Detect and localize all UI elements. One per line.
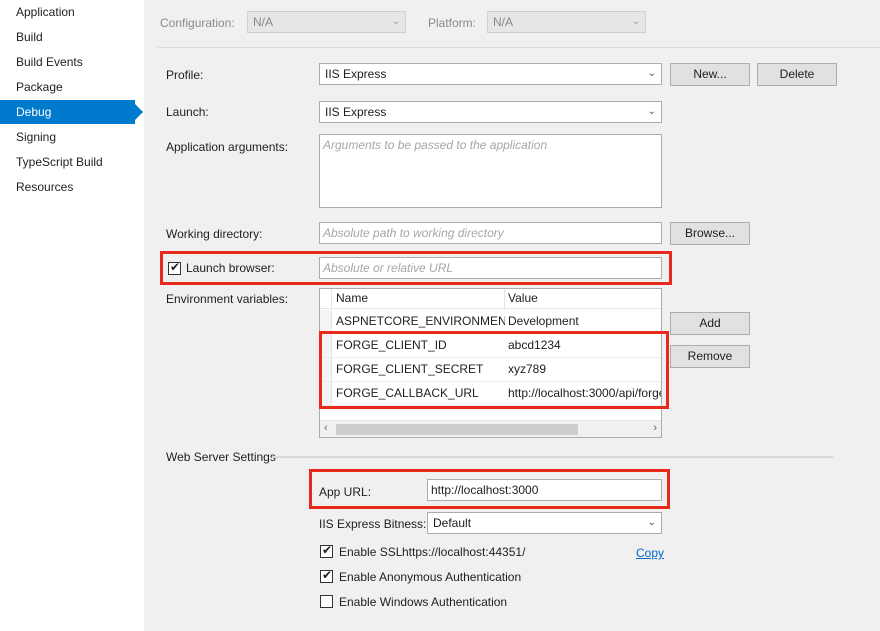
top-divider	[158, 47, 880, 48]
copy-ssl-url-link[interactable]: Copy	[636, 546, 664, 560]
table-row[interactable]: FORGE_CALLBACK_URL http://localhost:3000…	[320, 382, 661, 406]
working-dir-input[interactable]: Absolute path to working directory	[319, 222, 662, 244]
platform-select[interactable]: N/A ⌄	[487, 11, 646, 33]
env-name-cell[interactable]: FORGE_CLIENT_ID	[333, 334, 505, 357]
sidebar: Application Build Build Events Package D…	[0, 0, 144, 631]
row-header	[320, 310, 332, 333]
web-server-settings-heading: Web Server Settings	[166, 450, 276, 464]
env-name-cell[interactable]: ASPNETCORE_ENVIRONMENT	[333, 310, 505, 333]
app-url-value: http://localhost:3000	[431, 483, 539, 497]
launch-value: IIS Express	[325, 105, 387, 119]
sidebar-item-package[interactable]: Package	[0, 75, 144, 99]
table-row[interactable]: ASPNETCORE_ENVIRONMENT Development	[320, 310, 661, 334]
platform-value: N/A	[493, 15, 514, 29]
add-env-var-button[interactable]: Add	[670, 312, 750, 335]
checkmark-icon: ✔	[170, 260, 181, 274]
chevron-right-icon[interactable]: ›	[653, 422, 657, 434]
profile-label: Profile:	[166, 68, 204, 82]
column-header-name[interactable]: Name	[333, 289, 505, 309]
env-vars-table[interactable]: Name Value ASPNETCORE_ENVIRONMENT Develo…	[319, 288, 662, 438]
configuration-label: Configuration:	[160, 16, 235, 30]
configuration-value: N/A	[253, 15, 274, 29]
table-row[interactable]: FORGE_CLIENT_ID abcd1234	[320, 334, 661, 358]
chevron-down-icon: ⌄	[647, 517, 656, 528]
working-dir-label: Working directory:	[166, 227, 263, 241]
windows-auth-label: Enable Windows Authentication	[339, 595, 508, 609]
launch-label: Launch:	[166, 105, 209, 119]
delete-profile-button[interactable]: Delete	[757, 63, 837, 86]
sidebar-item-typescript-build[interactable]: TypeScript Build	[0, 150, 144, 174]
bitness-select[interactable]: Default ⌄	[427, 512, 662, 534]
env-name-cell[interactable]: FORGE_CLIENT_SECRET	[333, 358, 505, 381]
launch-browser-checkbox[interactable]: ✔	[168, 260, 181, 275]
chevron-down-icon: ⌄	[631, 16, 640, 27]
env-value-cell[interactable]: xyz789	[505, 358, 661, 381]
anonymous-auth-checkbox[interactable]: ✔	[320, 568, 333, 583]
sidebar-item-application[interactable]: Application	[0, 0, 144, 24]
sidebar-item-signing[interactable]: Signing	[0, 125, 144, 149]
row-header	[320, 334, 332, 357]
sidebar-item-build-events[interactable]: Build Events	[0, 50, 144, 74]
launch-select[interactable]: IIS Express ⌄	[319, 101, 662, 123]
enable-ssl-label: Enable SSL	[339, 545, 403, 559]
chevron-left-icon[interactable]: ‹	[324, 422, 328, 434]
app-url-input[interactable]: http://localhost:3000	[427, 479, 662, 501]
windows-auth-checkbox[interactable]	[320, 595, 333, 608]
configuration-select[interactable]: N/A ⌄	[247, 11, 406, 33]
enable-ssl-checkbox[interactable]: ✔	[320, 543, 333, 558]
row-header-corner	[320, 289, 332, 309]
column-header-value[interactable]: Value	[505, 289, 661, 309]
anonymous-auth-label: Enable Anonymous Authentication	[339, 570, 522, 584]
env-vars-label: Environment variables:	[166, 292, 289, 306]
browse-button[interactable]: Browse...	[670, 222, 750, 245]
launch-browser-url-placeholder: Absolute or relative URL	[323, 261, 454, 275]
env-value-cell[interactable]: abcd1234	[505, 334, 661, 357]
env-vars-table-header: Name Value	[320, 289, 661, 309]
app-url-label: App URL:	[319, 485, 372, 499]
app-args-input[interactable]: Arguments to be passed to the applicatio…	[319, 134, 662, 208]
bitness-label: IIS Express Bitness:	[319, 517, 427, 531]
checkmark-icon: ✔	[322, 568, 333, 582]
row-header	[320, 382, 332, 405]
env-name-cell[interactable]: FORGE_CALLBACK_URL	[333, 382, 505, 405]
chevron-down-icon: ⌄	[647, 106, 656, 117]
sidebar-item-debug[interactable]: Debug	[0, 100, 135, 124]
new-profile-button[interactable]: New...	[670, 63, 750, 86]
table-row[interactable]: FORGE_CLIENT_SECRET xyz789	[320, 358, 661, 382]
horizontal-scrollbar[interactable]: ‹ ›	[320, 420, 661, 437]
profile-select[interactable]: IIS Express ⌄	[319, 63, 662, 85]
chevron-down-icon: ⌄	[391, 16, 400, 27]
platform-label: Platform:	[428, 16, 477, 30]
launch-browser-label: Launch browser:	[186, 261, 275, 275]
app-args-label: Application arguments:	[166, 140, 289, 154]
launch-browser-url-input[interactable]: Absolute or relative URL	[319, 257, 662, 279]
checkmark-icon: ✔	[322, 543, 333, 557]
sidebar-item-build[interactable]: Build	[0, 25, 144, 49]
working-dir-placeholder: Absolute path to working directory	[323, 226, 504, 240]
env-value-cell[interactable]: http://localhost:3000/api/forge/c	[505, 382, 661, 405]
row-header	[320, 358, 332, 381]
remove-env-var-button[interactable]: Remove	[670, 345, 750, 368]
profile-value: IIS Express	[325, 67, 387, 81]
chevron-down-icon: ⌄	[647, 68, 656, 79]
bitness-value: Default	[433, 516, 472, 530]
sidebar-item-resources[interactable]: Resources	[0, 175, 144, 199]
active-item-arrow-icon	[135, 104, 143, 120]
env-value-cell[interactable]: Development	[505, 310, 661, 333]
scrollbar-thumb[interactable]	[336, 424, 578, 435]
web-server-divider	[272, 456, 833, 458]
app-args-placeholder: Arguments to be passed to the applicatio…	[323, 138, 548, 152]
ssl-url-text: https://localhost:44351/	[402, 545, 526, 559]
